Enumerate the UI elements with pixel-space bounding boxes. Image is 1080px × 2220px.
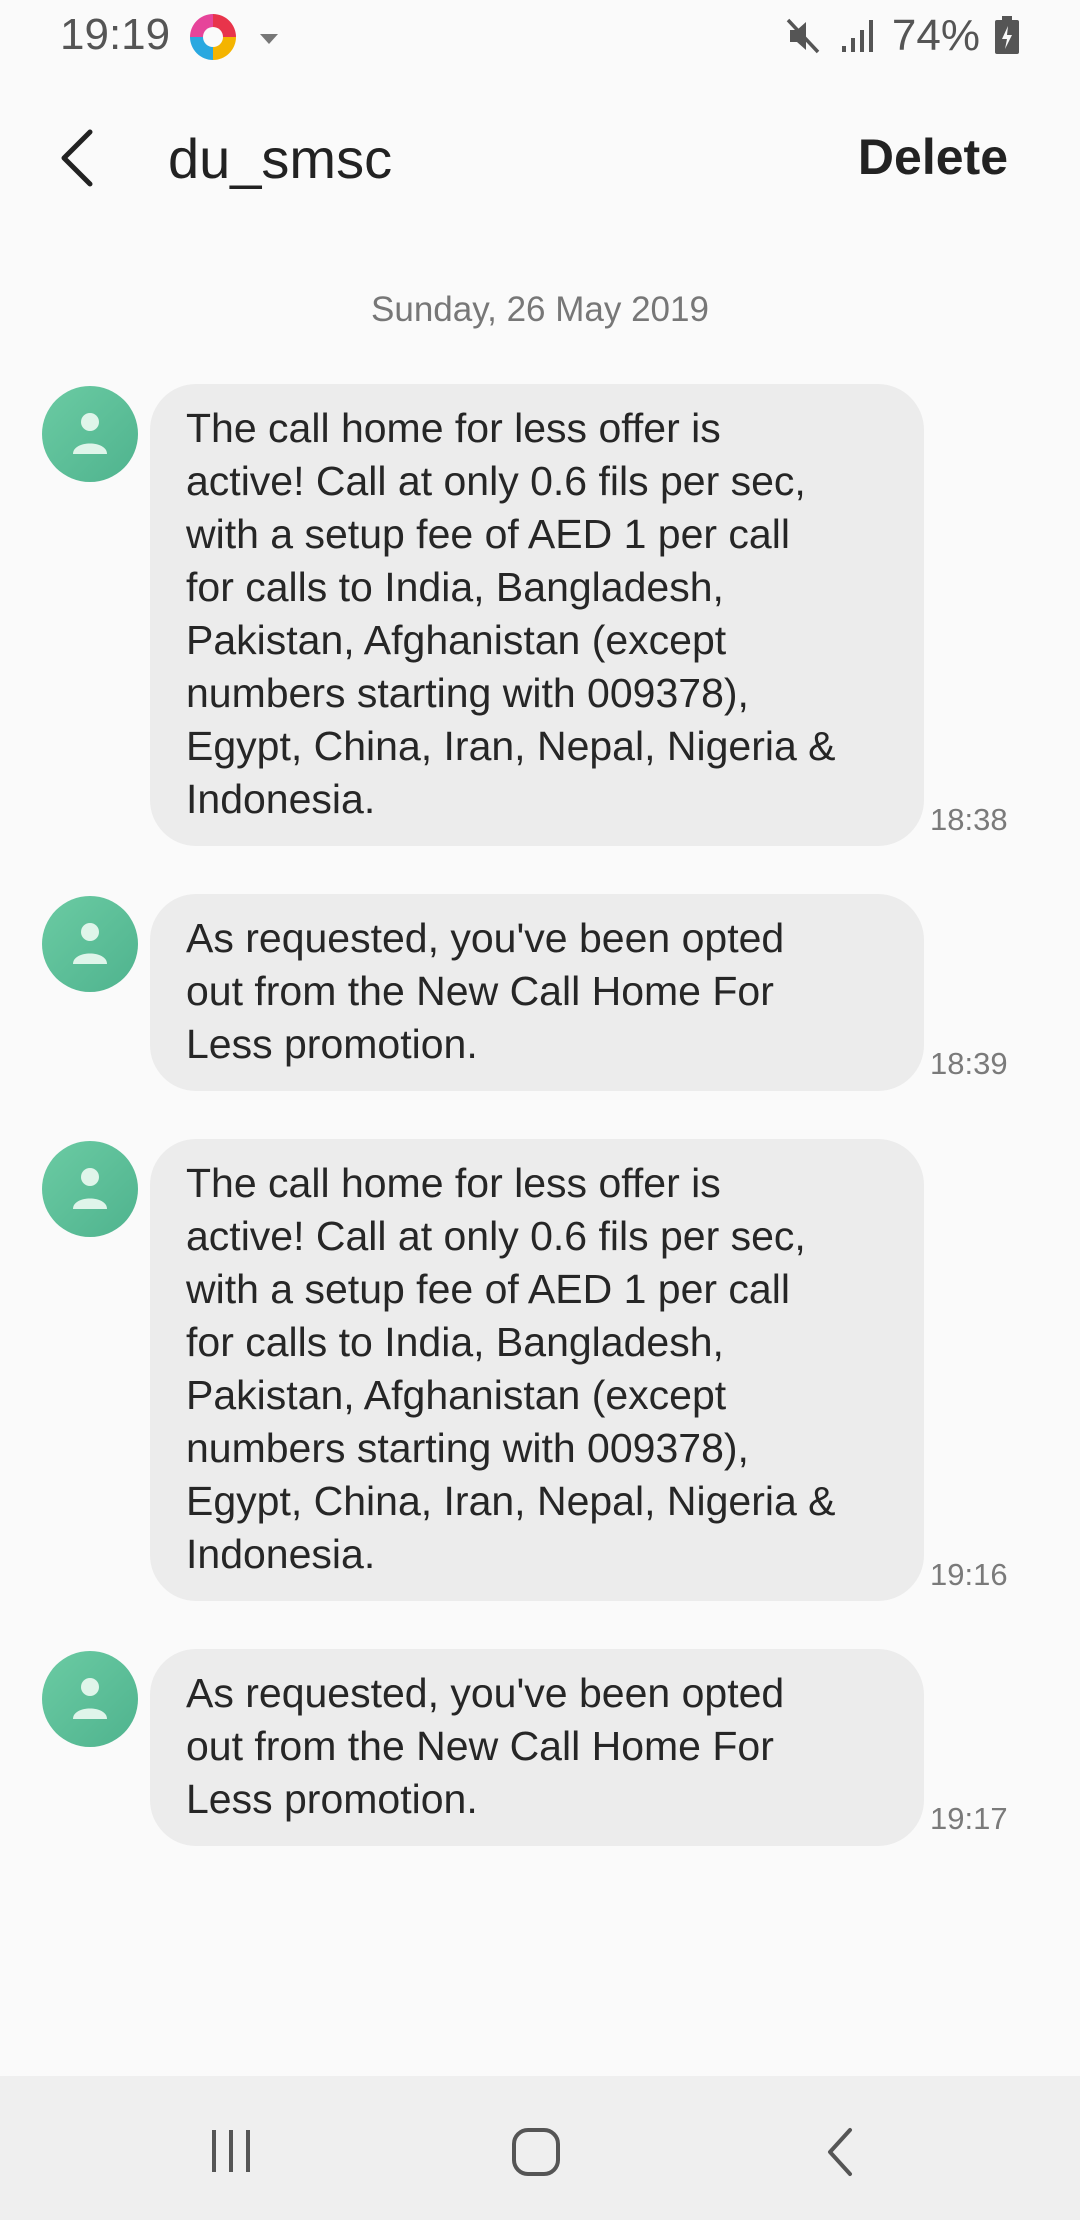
message-line: As requested, you've been opted xyxy=(186,915,785,961)
message-line: for calls to India, Bangladesh, xyxy=(186,564,724,610)
avatar[interactable] xyxy=(42,386,138,482)
message-line: with a setup fee of AED 1 per call xyxy=(186,511,790,557)
home-icon[interactable] xyxy=(510,2126,562,2183)
message-line: numbers starting with 009378), xyxy=(186,1425,749,1471)
message-line: Less promotion. xyxy=(186,1776,478,1822)
mute-icon xyxy=(784,16,824,56)
message-line: Egypt, China, Iran, Nepal, Nigeria & xyxy=(186,1478,836,1524)
message-line: Egypt, China, Iran, Nepal, Nigeria & xyxy=(186,723,836,769)
message-line: Pakistan, Afghanistan (except xyxy=(186,1372,727,1418)
date-separator: Sunday, 26 May 2019 xyxy=(371,290,709,329)
message-bubble[interactable]: As requested, you've been opted out from… xyxy=(150,1649,924,1846)
conversation-header: du_smsc Delete xyxy=(0,100,1080,220)
battery-icon xyxy=(994,16,1020,56)
message-line: out from the New Call Home For xyxy=(186,968,774,1014)
avatar[interactable] xyxy=(42,1651,138,1747)
message-line: with a setup fee of AED 1 per call xyxy=(186,1266,790,1312)
delete-button[interactable]: Delete xyxy=(858,128,1008,186)
message-line: Pakistan, Afghanistan (except xyxy=(186,617,727,663)
message-line: active! Call at only 0.6 fils per sec, xyxy=(186,1213,806,1259)
avatar[interactable] xyxy=(42,896,138,992)
person-icon xyxy=(73,1678,107,1719)
app-notification-icon xyxy=(190,14,236,60)
navigation-bar xyxy=(0,2076,1080,2220)
person-icon xyxy=(73,1168,107,1209)
message-line: Indonesia. xyxy=(186,1531,376,1577)
back-button[interactable] xyxy=(40,118,120,198)
message-line: active! Call at only 0.6 fils per sec, xyxy=(186,458,806,504)
message-bubble[interactable]: The call home for less offer is active! … xyxy=(150,1139,924,1601)
signal-icon xyxy=(838,16,878,56)
recent-apps-icon[interactable] xyxy=(208,2126,258,2181)
message-line: numbers starting with 009378), xyxy=(186,670,749,716)
message-line: Indonesia. xyxy=(186,776,376,822)
message-time: 19:17 xyxy=(930,1801,1008,1836)
dropdown-icon xyxy=(260,34,278,44)
contact-name: du_smsc xyxy=(168,127,393,190)
message-bubble[interactable]: As requested, you've been opted out from… xyxy=(150,894,924,1091)
message-line: The call home for less offer is xyxy=(186,1160,721,1206)
battery-percent: 74% xyxy=(891,11,980,60)
person-icon xyxy=(73,923,107,964)
status-time: 19:19 xyxy=(60,10,171,59)
message-line: for calls to India, Bangladesh, xyxy=(186,1319,724,1365)
back-arrow-icon xyxy=(61,129,93,187)
back-icon[interactable] xyxy=(820,2124,860,2185)
status-indicators: 74% xyxy=(784,10,1020,62)
message-line: As requested, you've been opted xyxy=(186,1670,785,1716)
status-bar: 19:19 74% xyxy=(0,0,1080,72)
person-icon xyxy=(73,413,107,454)
message-line: out from the New Call Home For xyxy=(186,1723,774,1769)
message-bubble[interactable]: The call home for less offer is active! … xyxy=(150,384,924,846)
message-time: 18:39 xyxy=(930,1046,1008,1081)
message-time: 18:38 xyxy=(930,802,1008,837)
message-line: The call home for less offer is xyxy=(186,405,721,451)
message-time: 19:16 xyxy=(930,1557,1008,1592)
avatar[interactable] xyxy=(42,1141,138,1237)
message-line: Less promotion. xyxy=(186,1021,478,1067)
